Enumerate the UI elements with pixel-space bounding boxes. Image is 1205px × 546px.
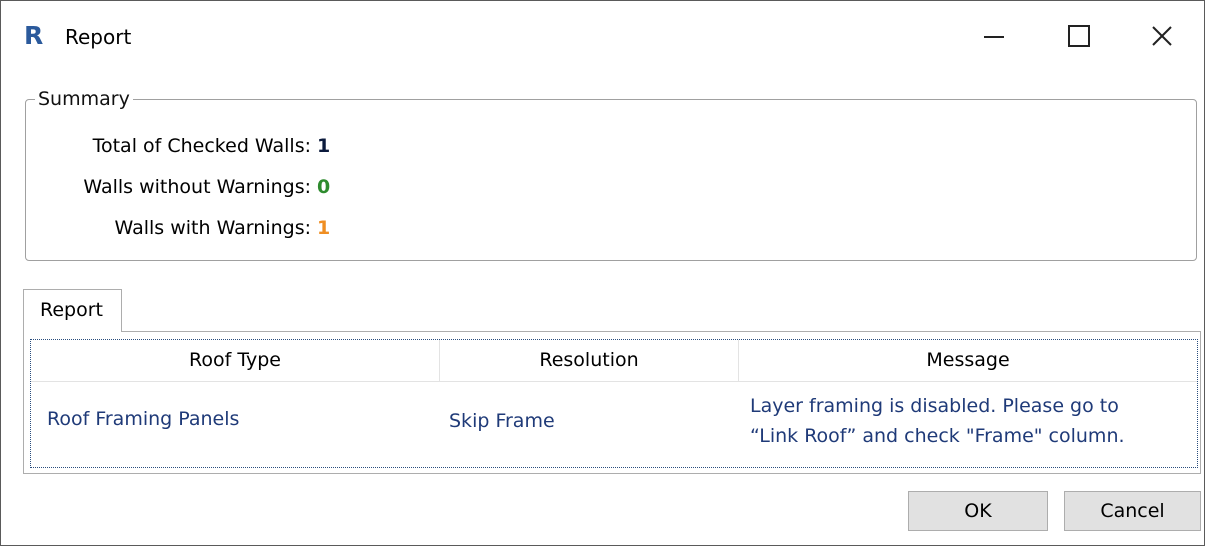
column-header-message[interactable]: Message <box>739 340 1197 381</box>
message-line-2: “Link Roof” and check "Frame" column. <box>750 425 1125 447</box>
window-title: Report <box>65 25 132 49</box>
column-header-resolution[interactable]: Resolution <box>440 340 739 381</box>
maximize-icon <box>1068 25 1090 47</box>
total-checked-label: Total of Checked Walls: <box>92 135 311 157</box>
cell-message: Layer framing is disabled. Please go to … <box>750 391 1180 451</box>
app-logo-icon: R <box>24 21 44 50</box>
cell-resolution[interactable]: Skip Frame <box>449 406 555 436</box>
ok-button[interactable]: OK <box>908 491 1048 531</box>
with-warnings-value: 1 <box>317 217 331 239</box>
total-checked-value: 1 <box>317 135 331 157</box>
without-warnings-row: Walls without Warnings: <box>1 172 311 202</box>
table-header: Roof Type Resolution Message <box>31 340 1197 382</box>
without-warnings-label: Walls without Warnings: <box>83 176 311 198</box>
maximize-button[interactable] <box>1055 16 1101 56</box>
with-warnings-label: Walls with Warnings: <box>114 217 311 239</box>
tab-report[interactable]: Report <box>23 289 122 332</box>
cell-roof-type: Roof Framing Panels <box>47 408 240 430</box>
message-line-1: Layer framing is disabled. Please go to <box>750 395 1119 417</box>
column-header-roof-type[interactable]: Roof Type <box>31 340 440 381</box>
minimize-icon <box>984 36 1004 38</box>
close-icon <box>1152 26 1172 46</box>
cancel-button[interactable]: Cancel <box>1064 491 1201 531</box>
close-button[interactable] <box>1139 16 1185 56</box>
minimize-button[interactable] <box>971 16 1017 56</box>
total-checked-row: Total of Checked Walls: <box>1 131 311 161</box>
report-dialog: R Report Summary Total of Checked Walls:… <box>0 0 1205 546</box>
report-table[interactable]: Roof Type Resolution Message Roof Framin… <box>30 339 1198 468</box>
without-warnings-value: 0 <box>317 176 331 198</box>
summary-legend: Summary <box>35 87 133 111</box>
with-warnings-row: Walls with Warnings: <box>1 213 311 243</box>
title-bar[interactable]: R Report <box>1 1 1204 71</box>
tab-report-label: Report <box>40 299 103 321</box>
